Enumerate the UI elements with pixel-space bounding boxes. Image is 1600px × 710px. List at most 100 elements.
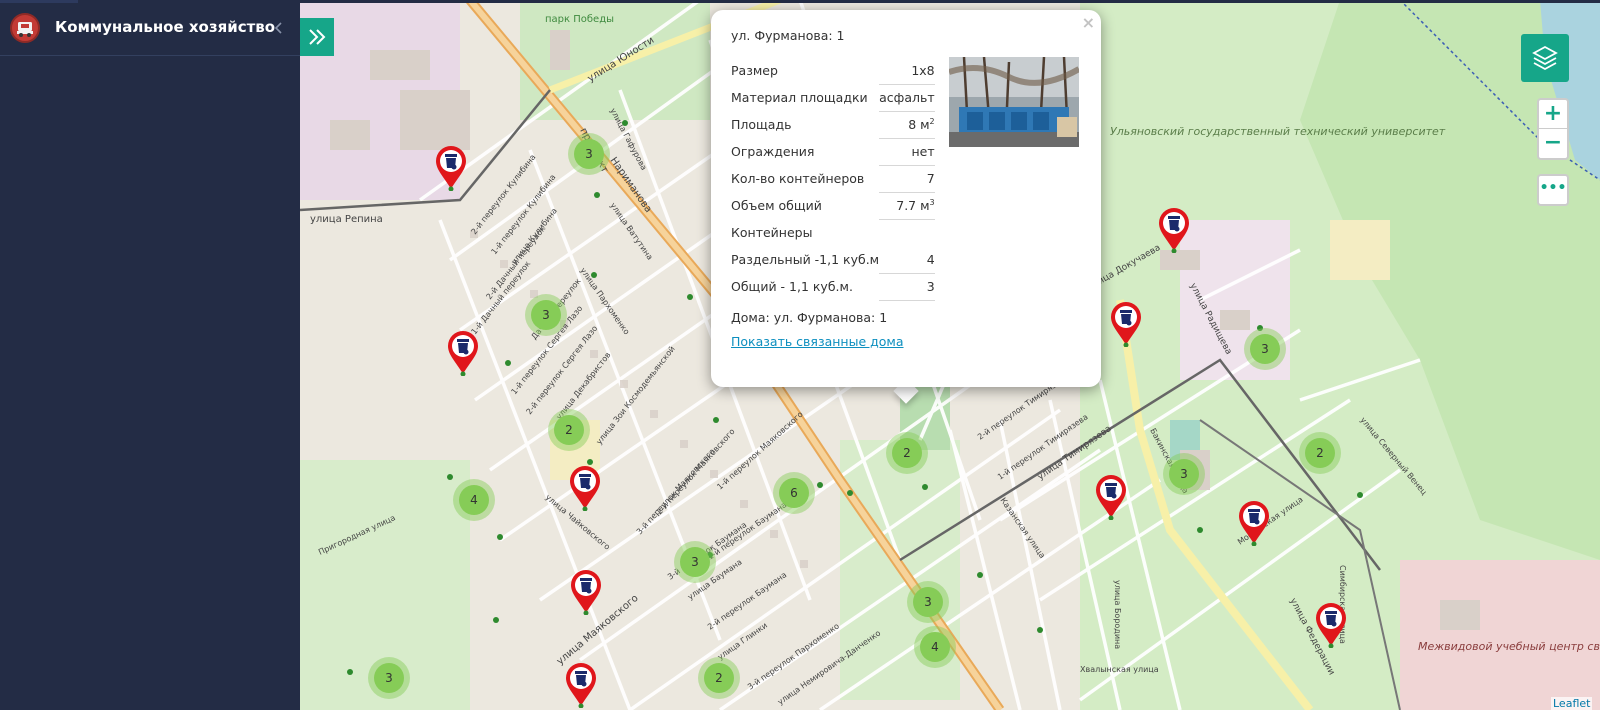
cluster-badge[interactable]: 2 xyxy=(886,432,928,474)
property-value xyxy=(879,219,935,246)
map-top-border xyxy=(300,0,1600,3)
property-value: 3 xyxy=(879,273,935,301)
trash-bin-marker-icon[interactable] xyxy=(569,569,603,615)
cluster-badge[interactable]: 2 xyxy=(698,657,740,699)
map-label: Хвалынская улица xyxy=(1080,665,1159,674)
trash-bin-marker-icon[interactable] xyxy=(1094,474,1128,520)
property-value: асфальт xyxy=(879,84,935,112)
unit-exponent: 2 xyxy=(929,116,935,126)
property-label: Размер xyxy=(731,63,778,78)
sidebar-header: Коммунальное хозяйство xyxy=(0,0,300,56)
property-value: 7 xyxy=(879,165,935,193)
property-row: Общий - 1,1 куб.м. 3 xyxy=(731,273,935,301)
close-icon[interactable]: × xyxy=(1082,13,1095,32)
properties-table: Размер 1х8 Материал площадки асфальт Площадь… xyxy=(731,57,935,301)
cluster-badge[interactable]: 6 xyxy=(773,472,815,514)
cluster-count: 4 xyxy=(920,632,950,662)
cluster-badge[interactable]: 4 xyxy=(914,626,956,668)
map-label: парк Победы xyxy=(545,14,614,25)
show-related-houses-link[interactable]: Показать связанные дома xyxy=(731,334,904,349)
site-photo[interactable] xyxy=(948,56,1081,147)
popup-address: ул. Фурманова: 1 xyxy=(731,28,845,43)
trash-bin-marker-icon[interactable] xyxy=(434,145,468,191)
property-label: Материал площадки xyxy=(731,90,868,105)
containers-header-row: Контейнеры xyxy=(731,219,935,246)
trash-bin-marker-icon[interactable] xyxy=(1314,602,1348,648)
cluster-badge[interactable]: 3 xyxy=(1163,453,1205,495)
map-label: улица Бородина xyxy=(1113,580,1122,649)
property-label: Площадь xyxy=(731,117,792,132)
cluster-count: 6 xyxy=(779,478,809,508)
map-label: улица Глинки xyxy=(716,621,769,662)
property-value-text: асфальт xyxy=(879,90,935,105)
cluster-badge[interactable]: 2 xyxy=(1299,432,1341,474)
ellipsis-icon[interactable]: ••• xyxy=(1537,174,1569,206)
property-value: 4 xyxy=(879,246,935,274)
cluster-count: 3 xyxy=(374,663,404,693)
property-value-text: 4 xyxy=(926,251,935,267)
property-row: Материал площадки асфальт xyxy=(731,84,935,112)
property-value-text: 8 м xyxy=(908,117,930,133)
cluster-count: 3 xyxy=(1169,459,1199,489)
cluster-badge[interactable]: 2 xyxy=(548,409,590,451)
cluster-badge[interactable]: 3 xyxy=(674,541,716,583)
map-label: 2-й переулок Кулибина xyxy=(469,153,537,237)
property-row: Раздельный -1,1 куб.м 4 xyxy=(731,246,935,274)
zoom-control: + − xyxy=(1537,98,1569,160)
cluster-badge[interactable]: 3 xyxy=(568,133,610,175)
cluster-count: 3 xyxy=(531,300,561,330)
layers-icon[interactable] xyxy=(1521,34,1569,82)
cluster-count: 2 xyxy=(554,415,584,445)
property-row: Площадь 8 м2 xyxy=(731,111,935,139)
cluster-badge[interactable]: 4 xyxy=(453,479,495,521)
map-attribution[interactable]: Leaflet xyxy=(1551,697,1593,710)
property-row: Объем общий 7.7 м3 xyxy=(731,192,935,220)
cluster-count: 2 xyxy=(1305,438,1335,468)
property-label: Объем общий xyxy=(731,198,822,213)
property-value-text: 7.7 м xyxy=(896,198,930,214)
site-info-popup: × ул. Фурманова: 1 Размер 1х8 Материал пло… xyxy=(711,10,1101,387)
cluster-count: 2 xyxy=(704,663,734,693)
cluster-count: 3 xyxy=(1250,334,1280,364)
containers-header: Контейнеры xyxy=(731,225,813,240)
trash-bin-marker-icon[interactable] xyxy=(446,330,480,376)
cluster-badge[interactable]: 3 xyxy=(368,657,410,699)
zoom-in-button[interactable]: + xyxy=(1539,100,1567,129)
trash-bin-marker-icon[interactable] xyxy=(1109,301,1143,347)
trash-bin-marker-icon[interactable] xyxy=(568,465,602,511)
property-label: Раздельный -1,1 куб.м xyxy=(731,252,880,267)
property-value-text: 1х8 xyxy=(911,62,935,78)
chevron-left-icon[interactable] xyxy=(272,18,286,38)
unit-exponent: 3 xyxy=(929,197,935,207)
zoom-out-button[interactable]: − xyxy=(1539,129,1567,158)
trash-bin-marker-icon[interactable] xyxy=(1237,500,1271,546)
map-label: улица Пархоменко xyxy=(578,266,631,336)
related-houses-text: Дома: ул. Фурманова: 1 xyxy=(731,310,888,325)
trash-bin-marker-icon[interactable] xyxy=(1157,207,1191,253)
property-value: 8 м2 xyxy=(879,111,935,139)
property-value-text: 7 xyxy=(926,171,935,186)
sidebar: Коммунальное хозяйство xyxy=(0,0,300,710)
cluster-count: 2 xyxy=(892,438,922,468)
property-value: нет xyxy=(879,138,935,166)
property-label: Ограждения xyxy=(731,144,815,159)
garbage-truck-icon xyxy=(10,13,40,43)
property-value: 7.7 м3 xyxy=(879,192,935,220)
map-label: улица Репина xyxy=(310,214,383,225)
map-label: Межвидовой учебный центр связи Приволжск… xyxy=(1418,640,1600,653)
double-chevron-right-icon[interactable] xyxy=(300,18,334,56)
property-label: Общий - 1,1 куб.м. xyxy=(731,279,853,294)
map-label: 1-й Дачный переулок xyxy=(469,259,532,336)
property-row: Ограждения нет xyxy=(731,138,935,166)
property-row: Кол-во контейнеров 7 xyxy=(731,165,935,193)
cluster-count: 4 xyxy=(459,485,489,515)
cluster-badge[interactable]: 3 xyxy=(1244,328,1286,370)
cluster-count: 3 xyxy=(680,547,710,577)
property-value-text: нет xyxy=(911,144,935,159)
cluster-badge[interactable]: 3 xyxy=(907,581,949,623)
property-row: Размер 1х8 xyxy=(731,57,935,85)
map-label: Ульяновский государственный технический … xyxy=(1110,125,1446,138)
app-title: Коммунальное хозяйство xyxy=(55,18,276,36)
cluster-badge[interactable]: 3 xyxy=(525,294,567,336)
trash-bin-marker-icon[interactable] xyxy=(564,662,598,708)
